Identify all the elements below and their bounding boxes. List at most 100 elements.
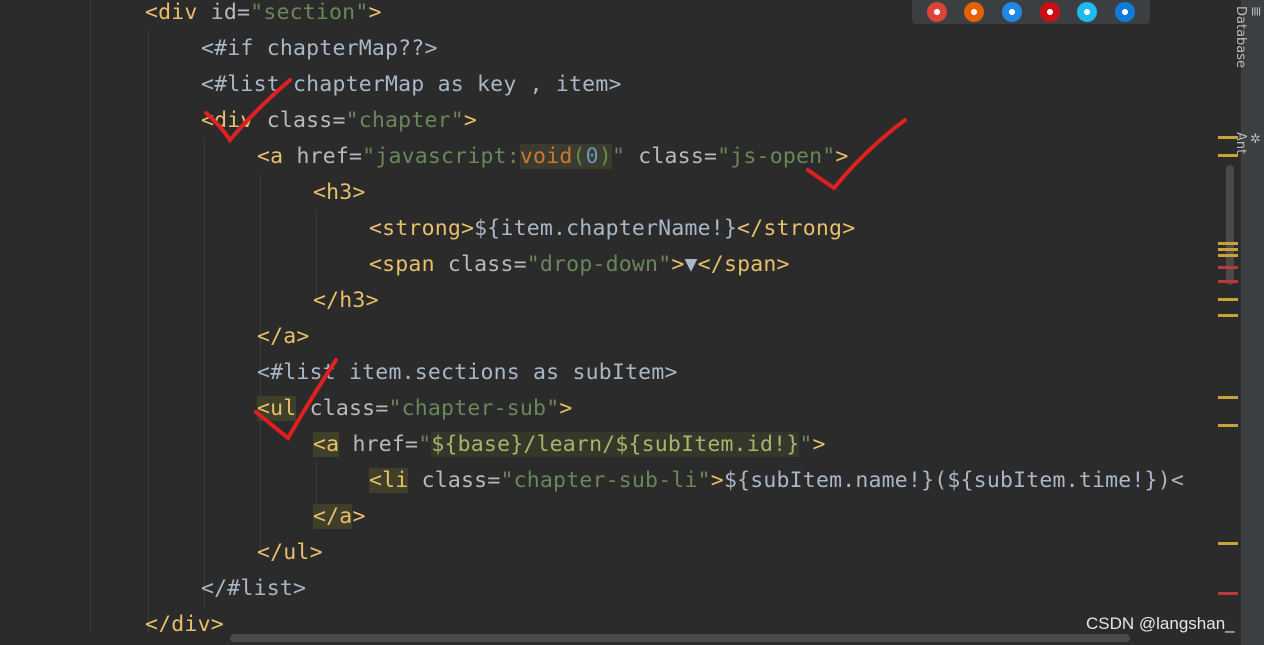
side-tab-database[interactable]: ≣ Database bbox=[1233, 6, 1263, 68]
error-stripe-marker[interactable] bbox=[1218, 424, 1238, 427]
code-line[interactable]: </#list> bbox=[201, 571, 306, 607]
side-tab-label: Ant bbox=[1233, 132, 1248, 155]
error-stripe-marker[interactable] bbox=[1218, 542, 1238, 545]
side-tab-label: Database bbox=[1233, 6, 1248, 69]
code-token: ▼ bbox=[684, 252, 698, 277]
code-token: ${item.chapterName!} bbox=[474, 216, 738, 241]
code-token: class= bbox=[266, 108, 346, 133]
horizontal-scrollbar[interactable] bbox=[0, 632, 1212, 645]
code-token: </h3> bbox=[313, 288, 379, 313]
browser-preview-bar bbox=[912, 0, 1150, 24]
code-token: <div bbox=[145, 0, 211, 25]
code-token: <a bbox=[257, 144, 297, 169]
code-editor[interactable]: <div id="section"> <#if chapterMap??> <#li… bbox=[0, 0, 1212, 645]
code-token: <strong> bbox=[369, 216, 475, 241]
code-line[interactable]: </h3> bbox=[313, 283, 379, 319]
horizontal-scrollbar-thumb[interactable] bbox=[230, 634, 1130, 642]
code-line[interactable]: <h3> bbox=[313, 175, 366, 211]
code-token: ${base}/learn/${subItem.id!} bbox=[431, 432, 800, 457]
code-token: > bbox=[559, 396, 573, 421]
database-icon: ≣ bbox=[1248, 6, 1263, 17]
code-token: <li bbox=[369, 468, 409, 493]
code-token: > bbox=[352, 504, 366, 529]
code-line[interactable]: <a href="javascript:void(0)" class="js-o… bbox=[257, 139, 849, 175]
code-token: <span bbox=[369, 252, 448, 277]
code-token: <#if chapterMap??> bbox=[201, 36, 438, 61]
error-stripe-marker[interactable] bbox=[1218, 242, 1238, 245]
code-token: <div bbox=[201, 108, 267, 133]
edge-icon[interactable] bbox=[1115, 2, 1136, 22]
code-line[interactable]: <#if chapterMap??> bbox=[201, 31, 438, 67]
code-token: </a> bbox=[257, 324, 310, 349]
code-line[interactable]: <strong>${item.chapterName!}</strong> bbox=[369, 211, 855, 247]
code-token: "section" bbox=[250, 0, 369, 25]
code-token: "chapter" bbox=[345, 108, 464, 133]
firefox-icon[interactable] bbox=[964, 2, 985, 22]
code-token: "drop-down" bbox=[526, 252, 672, 277]
error-stripe-marker[interactable] bbox=[1218, 254, 1238, 257]
code-line[interactable]: <#list chapterMap as key , item> bbox=[201, 67, 622, 103]
code-token: href= bbox=[296, 144, 363, 169]
code-token: <#list item.sections as subItem> bbox=[257, 360, 678, 385]
code-line[interactable]: <ul class="chapter-sub"> bbox=[257, 391, 573, 427]
code-token: > bbox=[812, 432, 826, 457]
code-token: </a bbox=[313, 504, 353, 529]
code-token: class= bbox=[447, 252, 527, 277]
code-token: "javascript: bbox=[362, 144, 520, 169]
opera-icon[interactable] bbox=[1039, 2, 1060, 22]
code-token: > bbox=[368, 0, 382, 25]
code-token: class= bbox=[421, 468, 501, 493]
code-token: > bbox=[710, 468, 724, 493]
code-line[interactable]: <li class="chapter-sub-li">${subItem.nam… bbox=[369, 463, 1184, 499]
vertical-scrollbar[interactable] bbox=[1212, 0, 1240, 645]
error-stripe-marker[interactable] bbox=[1218, 154, 1238, 157]
code-token: id= bbox=[210, 0, 251, 25]
code-token: <h3> bbox=[313, 180, 366, 205]
code-token: void bbox=[519, 144, 573, 169]
code-line[interactable]: </a> bbox=[257, 319, 310, 355]
error-stripe-marker[interactable] bbox=[1218, 248, 1238, 251]
ie-icon[interactable] bbox=[1077, 2, 1098, 22]
code-line[interactable]: <#list item.sections as subItem> bbox=[257, 355, 678, 391]
right-tool-window-bar: ≣ Database ✲ Ant bbox=[1233, 0, 1264, 645]
code-token: > bbox=[671, 252, 685, 277]
code-token: ${subItem.name!}(${subItem.time!})< bbox=[723, 468, 1184, 493]
error-stripe-marker[interactable] bbox=[1218, 592, 1238, 595]
code-line[interactable]: <span class="drop-down">▼</span> bbox=[369, 247, 790, 283]
error-stripe-marker[interactable] bbox=[1218, 280, 1238, 283]
code-token: class= bbox=[309, 396, 389, 421]
csdn-watermark: CSDN @langshan_ bbox=[1086, 614, 1235, 633]
code-token: </span> bbox=[697, 252, 790, 277]
indent-guide bbox=[148, 30, 149, 640]
error-stripe-marker[interactable] bbox=[1218, 314, 1238, 317]
indent-guide bbox=[204, 138, 205, 608]
code-line[interactable]: <div class="chapter"> bbox=[201, 103, 477, 139]
error-stripe-marker[interactable] bbox=[1218, 266, 1238, 269]
code-token: " bbox=[418, 432, 432, 457]
code-line[interactable]: <div id="section"> bbox=[145, 0, 382, 31]
code-line[interactable]: </a> bbox=[313, 499, 366, 535]
code-token: " bbox=[611, 144, 639, 169]
code-token: ( bbox=[572, 144, 586, 169]
code-token: "chapter-sub-li" bbox=[500, 468, 711, 493]
code-token: <ul bbox=[257, 396, 297, 421]
code-token: 0 bbox=[585, 144, 599, 169]
code-token: <a bbox=[313, 432, 340, 457]
chrome-icon[interactable] bbox=[926, 2, 947, 22]
code-token: href= bbox=[352, 432, 419, 457]
code-token: </#list> bbox=[201, 576, 307, 601]
error-stripe-marker[interactable] bbox=[1218, 298, 1238, 301]
code-line[interactable]: <a href="${base}/learn/${subItem.id!}"> bbox=[313, 427, 826, 463]
safari-icon[interactable] bbox=[1002, 2, 1023, 22]
code-token: </strong> bbox=[737, 216, 856, 241]
code-token: > bbox=[463, 108, 478, 133]
error-stripe-marker[interactable] bbox=[1218, 396, 1238, 399]
indent-guide bbox=[90, 0, 91, 645]
code-token: ) bbox=[598, 144, 612, 169]
side-tab-ant[interactable]: ✲ Ant bbox=[1233, 132, 1263, 154]
ant-icon: ✲ bbox=[1248, 132, 1263, 147]
code-token: "chapter-sub" bbox=[388, 396, 560, 421]
code-line[interactable]: </ul> bbox=[257, 535, 323, 571]
